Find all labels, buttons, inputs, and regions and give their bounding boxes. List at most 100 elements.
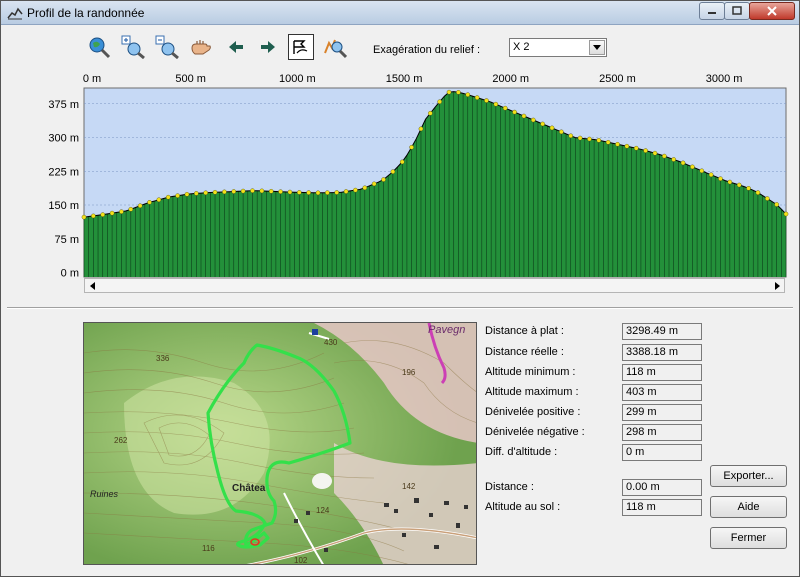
stat-value-altitude-diff: 0 m <box>622 444 702 461</box>
elevation-point <box>446 89 452 95</box>
elevation-point <box>119 209 124 214</box>
close-window-button[interactable] <box>749 2 795 20</box>
minimize-icon <box>708 12 716 14</box>
cursor-altitude-label: Altitude au sol : <box>485 501 561 513</box>
elevation-point <box>615 141 620 147</box>
maximize-icon <box>732 6 742 15</box>
zoom-full-button[interactable] <box>86 34 112 60</box>
y-tick-label: 150 m <box>48 200 79 212</box>
horizontal-scrollbar[interactable] <box>84 278 785 293</box>
elevation-point <box>231 189 237 194</box>
y-tick-label: 75 m <box>55 234 79 246</box>
toolbar: Exagération du relief : X 2 <box>1 26 799 66</box>
elevation-point <box>662 153 667 159</box>
export-button[interactable]: Exporter... <box>710 465 787 487</box>
zoom-out-button[interactable] <box>154 34 180 60</box>
relief-select[interactable]: X 2 <box>509 38 607 57</box>
elevation-point <box>456 90 461 95</box>
profile-chart: 0 m 500 m 1000 m 1500 m 2000 m 2500 m 3000 m 0… <box>1 67 799 297</box>
elevation-point <box>343 189 349 194</box>
elevation-point <box>315 190 321 196</box>
profile-chart-svg[interactable]: 0 m 500 m 1000 m 1500 m 2000 m 2500 m 3000 m 0… <box>1 67 799 283</box>
elevation-point <box>428 110 433 116</box>
elevation-point <box>530 117 536 123</box>
zoom-in-button[interactable] <box>120 34 146 60</box>
elevation-point <box>690 164 695 170</box>
map-label-336: 336 <box>156 354 170 363</box>
elevation-point <box>512 109 517 115</box>
elevation-point <box>306 190 311 195</box>
elevation-point <box>212 189 218 195</box>
elevation-point <box>474 95 480 100</box>
elevation-point <box>484 98 489 103</box>
elevation-point <box>353 187 358 193</box>
stat-label-altitude-diff: Diff. d'altitude : <box>485 446 558 458</box>
elevation-point <box>577 135 583 141</box>
stat-value-min-altitude: 118 m <box>622 364 702 381</box>
scroll-left-button[interactable] <box>85 279 99 292</box>
x-tick-label: 500 m <box>175 73 206 85</box>
back-arrow-icon <box>229 41 243 53</box>
zoom-profile-icon <box>324 39 347 59</box>
map-label-116: 116 <box>202 544 215 553</box>
elevation-point <box>137 203 143 209</box>
elevation-point <box>296 190 302 195</box>
y-tick-label: 375 m <box>48 99 79 111</box>
elevation-point <box>549 125 555 131</box>
profile-mode-button[interactable] <box>288 34 314 60</box>
help-button[interactable]: Aide <box>710 496 787 518</box>
relief-label: Exagération du relief : <box>373 44 481 56</box>
elevation-point <box>278 189 283 194</box>
trail-map[interactable]: 336 262 Ruines Châtea 430 196 142 124 11… <box>83 322 477 565</box>
profile-app-icon <box>7 7 23 20</box>
profile-mode-icon <box>293 40 308 54</box>
elevation-point <box>325 190 330 195</box>
x-tick-label: 1000 m <box>279 73 316 85</box>
elevation-point <box>81 214 87 220</box>
y-tick-label: 225 m <box>48 166 79 178</box>
elevation-point <box>521 113 527 119</box>
relief-value: X 2 <box>513 41 530 53</box>
dropdown-arrow[interactable] <box>589 40 605 55</box>
stat-label-flat-distance: Distance à plat : <box>485 325 564 337</box>
pan-button[interactable] <box>188 34 214 60</box>
title-bar[interactable]: Profil de la randonnée <box>1 1 799 25</box>
stat-value-negative-gain: 298 m <box>622 424 702 441</box>
elevation-point <box>643 148 648 153</box>
elevation-point <box>493 101 499 107</box>
zoom-full-icon <box>89 37 111 59</box>
elevation-point <box>559 129 564 135</box>
elevation-point <box>240 188 246 194</box>
map-label-ruines: Ruines <box>90 489 119 499</box>
maximize-button[interactable] <box>724 2 750 20</box>
scroll-right-button[interactable] <box>770 279 784 292</box>
elevation-point <box>399 159 405 165</box>
map-label-102: 102 <box>294 556 308 565</box>
chevron-down-icon <box>593 45 601 50</box>
window-title: Profil de la randonnée <box>27 6 145 20</box>
minimize-button[interactable] <box>699 2 725 20</box>
stat-value-flat-distance: 3298.49 m <box>622 323 702 340</box>
close-button[interactable]: Fermer <box>710 527 787 549</box>
zoom-profile-button[interactable] <box>322 34 348 60</box>
elevation-point <box>727 179 733 185</box>
elevation-point <box>409 144 414 150</box>
elevation-point <box>708 172 714 178</box>
elevation-point <box>671 157 676 162</box>
forward-button[interactable] <box>255 34 281 60</box>
elevation-point <box>587 136 592 142</box>
elevation-point <box>268 188 274 194</box>
elevation-point <box>175 193 180 198</box>
stat-value-max-altitude: 403 m <box>622 384 702 401</box>
elevation-point <box>334 190 340 195</box>
elevation-point <box>652 150 658 156</box>
zoom-out-icon <box>155 35 179 59</box>
elevation-point <box>156 197 162 203</box>
zoom-in-icon <box>121 35 145 59</box>
elevation-point <box>194 191 199 196</box>
elevation-point <box>184 192 190 197</box>
elevation-point <box>699 168 705 174</box>
back-button[interactable] <box>223 34 249 60</box>
cursor-distance-value: 0.00 m <box>622 479 702 496</box>
elevation-point <box>502 105 508 111</box>
